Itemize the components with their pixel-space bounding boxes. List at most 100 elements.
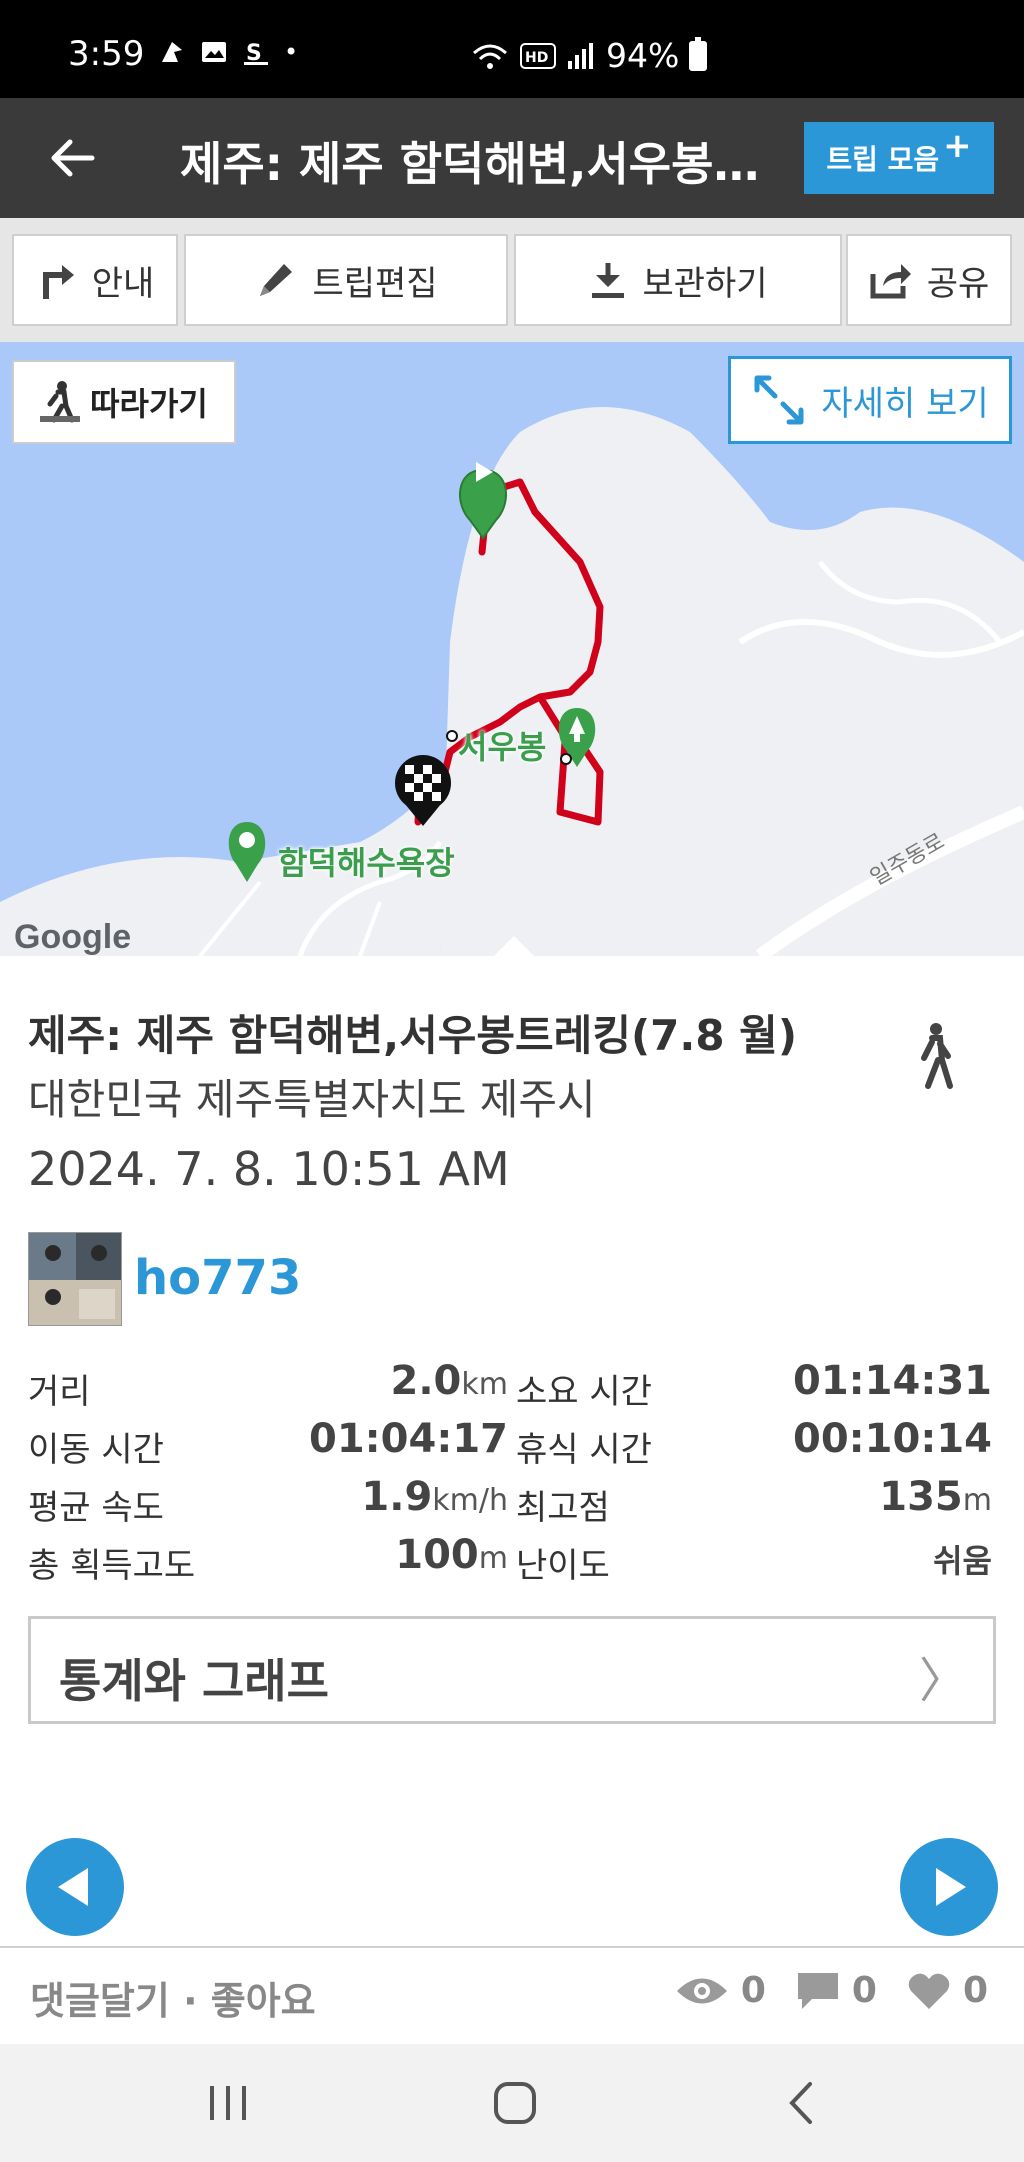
moving-time-value: 01:04:17 bbox=[309, 1416, 508, 1462]
stats-graph-label: 통계와 그래프 bbox=[59, 1654, 329, 1708]
likes-count: 0 bbox=[962, 1970, 988, 2011]
poi-label-hamdeok: 함덕해수욕장 bbox=[278, 844, 455, 882]
difficulty-value: 쉬움 bbox=[933, 1542, 992, 1580]
download-icon bbox=[592, 263, 625, 298]
battery-icon bbox=[689, 36, 708, 71]
arrow-left-icon bbox=[51, 139, 95, 177]
home-icon bbox=[494, 2082, 536, 2124]
edit-trip-label: 트립편집 bbox=[312, 263, 438, 304]
trip-name: 제주: 제주 함덕해변,서우봉트레킹(7.8 월) bbox=[28, 1011, 798, 1060]
trip-location: 대한민국 제주특별자치도 제주시 bbox=[28, 1075, 596, 1124]
follow-label: 따라가기 bbox=[90, 385, 208, 423]
elevation-gain-value: 100m bbox=[300, 1532, 508, 1578]
recent-apps-icon bbox=[210, 2086, 246, 2120]
rest-time-value: 00:10:14 bbox=[793, 1416, 992, 1462]
gallery-icon bbox=[200, 38, 228, 66]
avg-speed-value: 1.9km/h bbox=[300, 1474, 508, 1520]
status-bar: 3:59 S • HD 94% bbox=[0, 0, 1024, 98]
wifi-icon bbox=[473, 44, 507, 69]
trip-collection-button[interactable]: 트립 모음 + bbox=[804, 122, 994, 194]
status-dot: • bbox=[284, 38, 299, 66]
elevation-gain-unit: m bbox=[478, 1541, 508, 1576]
views-count: 0 bbox=[740, 1970, 766, 2011]
trip-datetime: 2024. 7. 8. 10:51 AM bbox=[28, 1142, 510, 1196]
share-label: 공유 bbox=[926, 263, 990, 304]
trip-collection-label: 트립 모음 bbox=[826, 143, 940, 176]
next-trip-button[interactable] bbox=[900, 1838, 998, 1936]
avg-speed-label: 평균 속도 bbox=[28, 1488, 164, 1528]
stats-graph-link[interactable]: 통계와 그래프 〉 bbox=[28, 1616, 996, 1724]
turn-arrow-icon bbox=[42, 265, 74, 299]
hiker-icon bbox=[40, 381, 81, 423]
duration-label: 소요 시간 bbox=[516, 1372, 652, 1412]
trip-map[interactable]: 따라가기 자세히 보기 서우봉 함덕해수욕장 일주동로 Google bbox=[0, 342, 1024, 956]
expand-icon bbox=[754, 375, 804, 425]
stat-row: 거리 2.0km 소요 시간 01:14:31 bbox=[0, 1356, 1024, 1414]
moving-time-label: 이동 시간 bbox=[28, 1430, 164, 1470]
elevation-gain-number: 100 bbox=[395, 1532, 479, 1578]
status-notification-icons: S • bbox=[158, 38, 312, 66]
app-bar: 제주: 제주 함덕해변,서우봉… 트립 모음 + bbox=[0, 98, 1024, 218]
battery-percent: 94% bbox=[606, 36, 680, 75]
play-right-icon bbox=[936, 1868, 966, 1906]
elevation-gain-label: 총 획득고도 bbox=[28, 1546, 196, 1586]
notification-app-icon bbox=[158, 38, 186, 66]
heart-icon bbox=[908, 1973, 950, 2009]
distance-value: 2.0km bbox=[300, 1358, 508, 1404]
comments-count: 0 bbox=[851, 1970, 877, 2011]
guide-button[interactable]: 안내 bbox=[12, 234, 178, 326]
guide-label: 안내 bbox=[91, 263, 155, 304]
save-label: 보관하기 bbox=[642, 263, 768, 304]
play-left-icon bbox=[58, 1868, 88, 1906]
stat-row: 평균 속도 1.9km/h 최고점 135m bbox=[0, 1472, 1024, 1530]
stat-row: 이동 시간 01:04:17 휴식 시간 00:10:14 bbox=[0, 1414, 1024, 1472]
plus-icon: + bbox=[943, 126, 972, 166]
share-button[interactable]: 공유 bbox=[846, 234, 1012, 326]
difficulty-label: 난이도 bbox=[516, 1546, 610, 1586]
comment-like-link[interactable]: 댓글달기 · 좋아요 bbox=[30, 1970, 316, 2025]
distance-number: 2.0 bbox=[390, 1358, 462, 1404]
action-toolbar: 안내 트립편집 보관하기 공유 bbox=[0, 218, 1024, 342]
home-button[interactable] bbox=[484, 2078, 544, 2128]
stat-row: 총 획득고도 100m 난이도 쉬움 bbox=[0, 1530, 1024, 1588]
eye-icon bbox=[676, 1978, 727, 2003]
system-navigation-bar bbox=[0, 2044, 1024, 2162]
signal-icon bbox=[568, 42, 593, 69]
max-altitude-unit: m bbox=[962, 1483, 992, 1518]
detail-view-button[interactable]: 자세히 보기 bbox=[728, 356, 1012, 444]
edit-trip-button[interactable]: 트립편집 bbox=[184, 234, 508, 326]
system-back-button[interactable] bbox=[778, 2080, 828, 2126]
distance-unit: km bbox=[461, 1367, 508, 1402]
share-icon bbox=[870, 264, 911, 299]
pencil-icon bbox=[260, 264, 293, 296]
s-app-icon: S bbox=[242, 38, 270, 66]
detail-view-label: 자세히 보기 bbox=[821, 383, 989, 424]
page-title: 제주: 제주 함덕해변,서우봉… bbox=[180, 137, 760, 191]
comment-icon bbox=[797, 1972, 838, 2009]
save-button[interactable]: 보관하기 bbox=[514, 234, 842, 326]
svg-text:HD: HD bbox=[525, 50, 548, 66]
google-logo: Google bbox=[14, 918, 132, 956]
avg-speed-number: 1.9 bbox=[361, 1474, 433, 1520]
max-altitude-number: 135 bbox=[879, 1474, 963, 1520]
comment-footer: 댓글달기 · 좋아요 0 0 0 bbox=[0, 1946, 1024, 2044]
max-altitude-value: 135m bbox=[740, 1474, 992, 1520]
map-pointer-notch bbox=[494, 936, 534, 956]
distance-label: 거리 bbox=[28, 1372, 91, 1412]
avatar[interactable] bbox=[28, 1232, 122, 1326]
previous-trip-button[interactable] bbox=[26, 1838, 124, 1936]
back-button[interactable] bbox=[36, 122, 108, 194]
chevron-right-icon: 〉 bbox=[918, 1653, 967, 1709]
hd-icon: HD bbox=[520, 42, 556, 69]
max-altitude-label: 최고점 bbox=[516, 1488, 610, 1528]
chevron-left-icon bbox=[789, 2082, 812, 2124]
poi-label-seoubong: 서우봉 bbox=[458, 728, 547, 766]
status-time: 3:59 bbox=[68, 34, 145, 74]
land-area bbox=[440, 407, 1024, 956]
username-link[interactable]: ho773 bbox=[134, 1250, 301, 1306]
rest-time-label: 휴식 시간 bbox=[516, 1430, 652, 1470]
avg-speed-unit: km/h bbox=[432, 1483, 508, 1518]
duration-value: 01:14:31 bbox=[793, 1358, 992, 1404]
follow-button[interactable]: 따라가기 bbox=[12, 360, 236, 444]
recent-apps-button[interactable] bbox=[200, 2080, 260, 2126]
